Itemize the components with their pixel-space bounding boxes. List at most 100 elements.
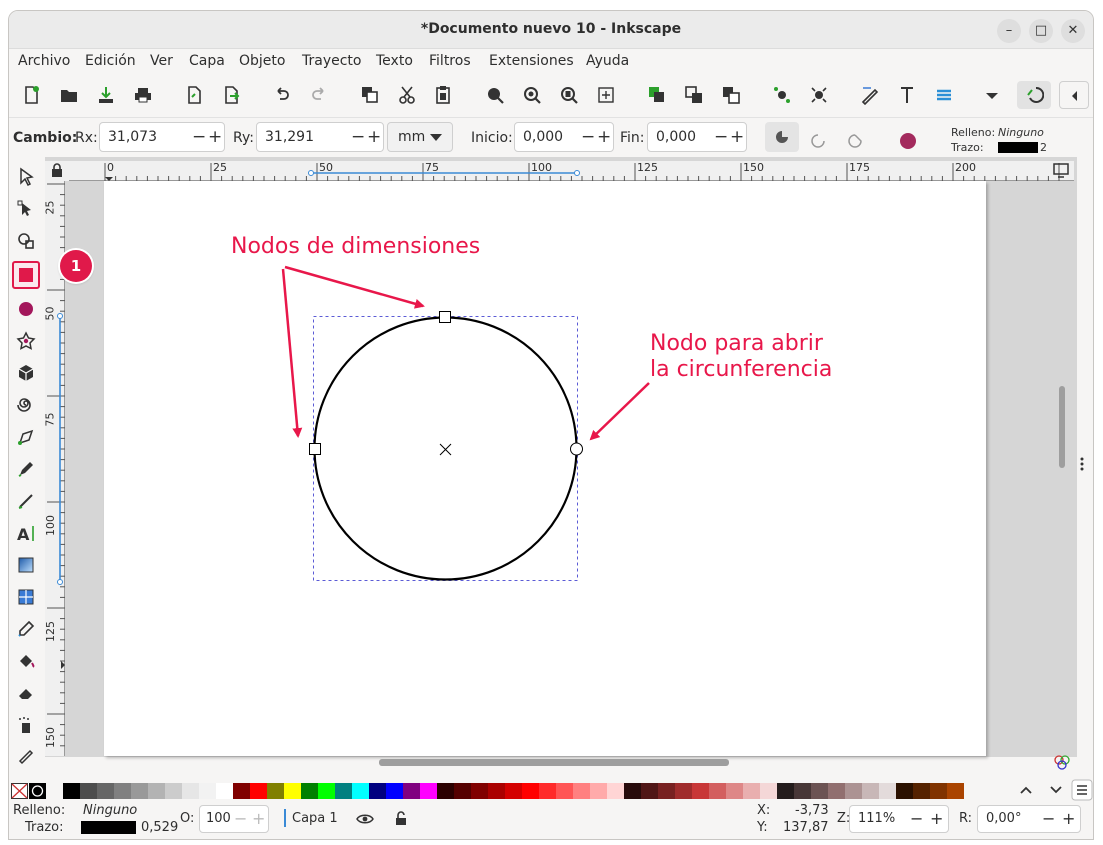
chevron-up-icon[interactable] <box>1017 781 1035 799</box>
arc-segment-icon[interactable] <box>847 133 863 149</box>
opacity-value[interactable]: 100 <box>206 811 231 826</box>
unlink-icon[interactable] <box>721 85 741 105</box>
spray-icon[interactable] <box>14 713 38 737</box>
color-swatch[interactable] <box>573 783 590 799</box>
color-swatch[interactable] <box>199 783 216 799</box>
menu-trayecto[interactable]: Trayecto <box>302 53 361 69</box>
color-swatch[interactable] <box>437 783 454 799</box>
rx-value[interactable]: 31,073 <box>108 129 157 145</box>
display-mode-icon[interactable] <box>1053 163 1069 178</box>
vertical-scrollbar[interactable] <box>1059 386 1065 468</box>
color-swatch[interactable] <box>250 783 267 799</box>
color-swatch[interactable] <box>318 783 335 799</box>
color-swatch[interactable] <box>641 783 658 799</box>
cut-icon[interactable] <box>397 85 417 105</box>
fin-increment[interactable]: + <box>730 127 744 147</box>
color-swatch[interactable] <box>862 783 879 799</box>
clone-icon[interactable] <box>684 85 704 105</box>
new-document-icon[interactable] <box>21 85 41 105</box>
opacity-field[interactable]: 100 − + <box>199 805 269 833</box>
color-swatch[interactable] <box>675 783 692 799</box>
undo-icon[interactable] <box>272 85 292 105</box>
color-swatch[interactable] <box>471 783 488 799</box>
color-swatch[interactable] <box>896 783 913 799</box>
unit-value[interactable]: mm <box>398 129 425 145</box>
duplicate-icon[interactable] <box>184 85 204 105</box>
color-swatch[interactable] <box>845 783 862 799</box>
color-swatch[interactable] <box>777 783 794 799</box>
rotation-increment[interactable]: + <box>1062 809 1075 828</box>
unlock-icon[interactable] <box>394 811 408 826</box>
color-swatch[interactable] <box>97 783 114 799</box>
color-swatch[interactable] <box>63 783 80 799</box>
redo-icon[interactable] <box>309 85 329 105</box>
menu-objeto[interactable]: Objeto <box>239 53 285 69</box>
rotation-decrement[interactable]: − <box>1042 809 1055 828</box>
zoom-page-icon[interactable] <box>559 85 579 105</box>
color-swatch[interactable] <box>131 783 148 799</box>
inicio-field[interactable]: 0,000 − + <box>514 122 614 152</box>
tweak-icon[interactable] <box>14 229 38 253</box>
menu-archivo[interactable]: Archivo <box>18 53 70 69</box>
overflow-menu-icon[interactable] <box>982 85 1002 105</box>
document-page[interactable] <box>104 181 986 756</box>
color-managed-icon[interactable] <box>1053 753 1071 771</box>
zoom-drawing-icon[interactable] <box>522 85 542 105</box>
color-swatch[interactable] <box>454 783 471 799</box>
guide-lock[interactable] <box>45 161 69 181</box>
color-swatch[interactable] <box>114 783 131 799</box>
chevron-down-icon[interactable] <box>1047 781 1065 799</box>
color-swatch[interactable] <box>607 783 624 799</box>
fin-decrement[interactable]: − <box>714 127 728 147</box>
node-icon[interactable] <box>14 197 38 221</box>
menu-texto[interactable]: Texto <box>376 53 413 69</box>
open-icon[interactable] <box>59 85 79 105</box>
color-swatch[interactable] <box>743 783 760 799</box>
color-swatch[interactable] <box>182 783 199 799</box>
calligraphy-icon[interactable] <box>14 489 38 513</box>
color-swatch[interactable] <box>811 783 828 799</box>
color-swatch[interactable] <box>369 783 386 799</box>
color-swatch[interactable] <box>284 783 301 799</box>
zoom-center-icon[interactable] <box>596 85 616 105</box>
ry-increment[interactable]: + <box>367 127 381 147</box>
xml-editor-icon[interactable] <box>860 85 880 105</box>
spiral-icon[interactable] <box>14 393 38 417</box>
color-swatch[interactable] <box>828 783 845 799</box>
color-swatch[interactable] <box>913 783 930 799</box>
import-icon[interactable] <box>96 85 116 105</box>
color-swatch[interactable] <box>930 783 947 799</box>
menu-filtros[interactable]: Filtros <box>429 53 471 69</box>
color-swatch[interactable] <box>879 783 896 799</box>
color-swatch[interactable] <box>505 783 522 799</box>
whole-ellipse-button[interactable] <box>765 122 799 152</box>
rotation-field[interactable]: 0,00° − + <box>977 805 1081 833</box>
ry-decrement[interactable]: − <box>351 127 365 147</box>
opacity-decrement[interactable]: − <box>234 809 247 828</box>
snap-nodes-icon[interactable] <box>772 85 792 105</box>
status-stroke-swatch[interactable] <box>81 821 136 834</box>
status-fill-value[interactable]: Ninguno <box>83 803 137 818</box>
color-swatch[interactable] <box>709 783 726 799</box>
eye-icon[interactable] <box>356 812 374 826</box>
zoom-decrement[interactable]: − <box>910 809 923 828</box>
palette-menu-icon[interactable] <box>1071 779 1093 801</box>
color-swatch[interactable] <box>301 783 318 799</box>
export-icon[interactable] <box>221 85 241 105</box>
color-swatch[interactable] <box>556 783 573 799</box>
paint-bucket-icon[interactable] <box>14 649 38 673</box>
fin-field[interactable]: 0,000 − + <box>647 122 747 152</box>
paste-icon[interactable] <box>433 85 453 105</box>
zoom-selection-icon[interactable] <box>485 85 505 105</box>
menu-extensiones[interactable]: Extensiones <box>489 53 574 69</box>
rx-increment[interactable]: + <box>208 127 222 147</box>
opacity-increment[interactable]: + <box>252 809 265 828</box>
more-options-icon[interactable] <box>1079 456 1085 472</box>
maximize-button[interactable]: □ <box>1029 19 1053 43</box>
menu-ver[interactable]: Ver <box>150 53 173 69</box>
current-layer[interactable]: Capa 1 <box>292 811 338 826</box>
gradient-icon[interactable] <box>14 553 38 577</box>
rx-decrement[interactable]: − <box>192 127 206 147</box>
black-swatch-icon[interactable] <box>29 783 46 799</box>
minimize-button[interactable]: – <box>997 19 1021 43</box>
